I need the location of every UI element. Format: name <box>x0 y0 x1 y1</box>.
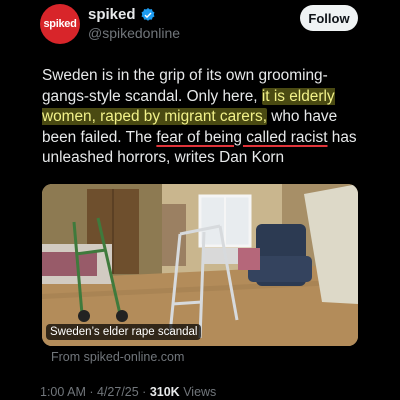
tweet-time[interactable]: 1:00 AM <box>40 385 86 399</box>
author-info[interactable]: spiked @spikedonline <box>88 6 180 41</box>
views-count: 310K <box>149 385 180 399</box>
handle[interactable]: @spikedonline <box>88 25 180 41</box>
tweet-meta: 1:00 AM · 4/27/25 · 310K Views <box>40 385 217 399</box>
views-label: Views <box>183 385 217 399</box>
verified-badge-icon <box>141 7 154 21</box>
tweet-header: spiked spiked @spikedonline Follow <box>40 2 360 46</box>
display-name[interactable]: spiked <box>88 6 136 23</box>
avatar[interactable]: spiked <box>40 4 80 44</box>
follow-button[interactable]: Follow <box>300 5 358 31</box>
link-card[interactable]: Sweden’s elder rape scandal <box>42 184 358 346</box>
card-image <box>42 184 358 346</box>
display-name-row: spiked <box>88 6 180 23</box>
tweet-underlined-text: fear of being called racist <box>156 128 328 146</box>
tweet-date[interactable]: 4/27/25 <box>97 385 139 399</box>
avatar-logo-text: spiked <box>43 18 77 30</box>
card-caption: Sweden’s elder rape scandal <box>46 324 202 340</box>
link-source[interactable]: From spiked-online.com <box>51 350 184 364</box>
tweet-text: Sweden is in the grip of its own groomin… <box>42 66 362 169</box>
